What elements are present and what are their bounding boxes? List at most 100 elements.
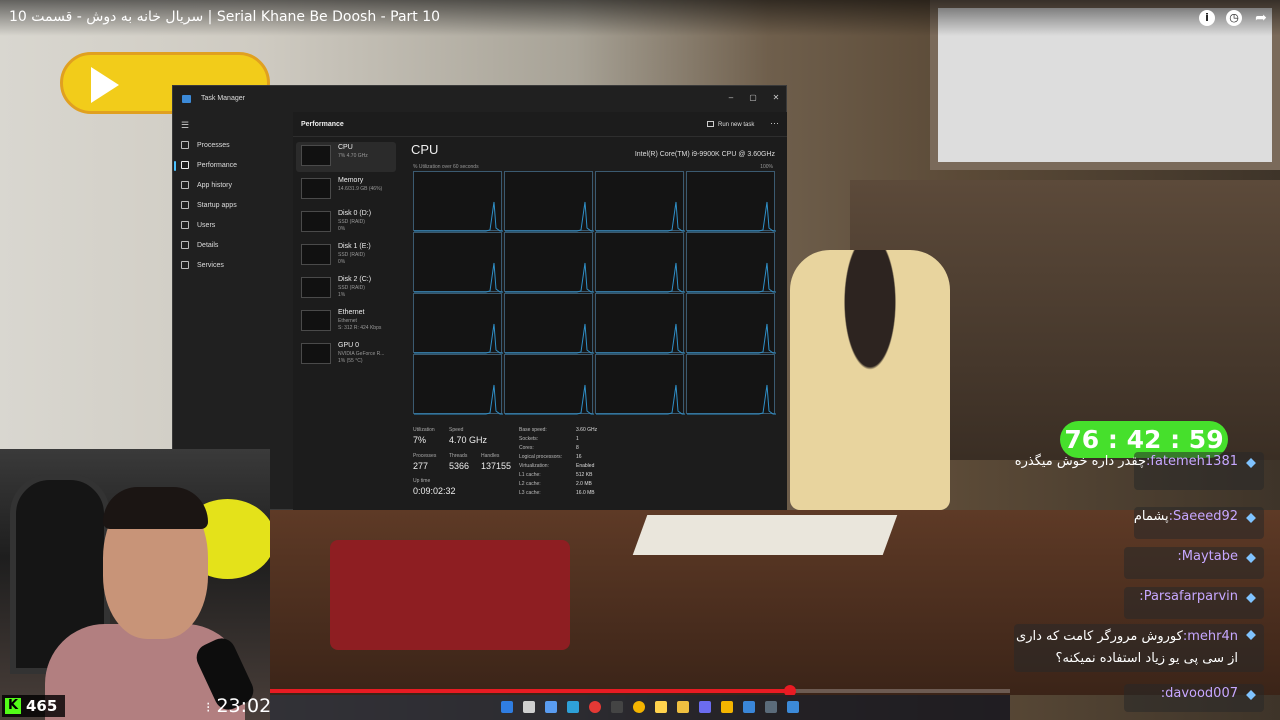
search-icon[interactable] [523, 701, 535, 713]
chat-username[interactable]: Parsafarparvin [1144, 589, 1238, 604]
graph-max-label: 100% [760, 164, 773, 170]
resource-detail: 7% 4.70 GHz [338, 153, 368, 159]
spec-value: 1 [576, 436, 579, 442]
resource-item-memory[interactable]: Memory 14.6/31.9 GB (46%) [296, 175, 396, 205]
chat-message: Saeeed92:پشمام [1014, 507, 1264, 539]
nav-item-startup-apps[interactable]: Startup apps [179, 197, 289, 215]
folder-icon[interactable] [721, 701, 733, 713]
chat-message: Maytabe: [1014, 547, 1264, 579]
chat-message: Parsafarparvin: [1014, 587, 1264, 619]
resource-detail: 14.6/31.9 GB (46%) [338, 186, 383, 192]
resource-thumbnail-graph [301, 145, 331, 166]
nav-item-processes[interactable]: Processes [179, 137, 289, 155]
core-graph [595, 171, 685, 232]
windows-start-icon[interactable] [501, 701, 513, 713]
clock-icon[interactable]: ◷ [1226, 10, 1242, 26]
spec-label: Cores: [519, 445, 534, 451]
processes-value: 277 [413, 461, 429, 471]
users-icon [181, 221, 189, 229]
spec-label: L1 cache: [519, 472, 541, 478]
task-manager-icon[interactable] [787, 701, 799, 713]
terminal-icon[interactable] [765, 701, 777, 713]
maximize-button[interactable]: ▢ [747, 92, 759, 104]
nav-item-details[interactable]: Details [179, 237, 289, 255]
core-graph-line [596, 201, 685, 232]
progress-fill [270, 689, 791, 693]
nav-item-label: Details [197, 242, 219, 249]
discord-icon[interactable] [699, 701, 711, 713]
resource-thumbnail-graph [301, 343, 331, 364]
more-options-icon[interactable]: ⋯ [770, 118, 779, 129]
resource-thumbnail-graph [301, 211, 331, 232]
info-icon[interactable]: i [1199, 10, 1215, 26]
edge-icon[interactable] [567, 701, 579, 713]
core-graph-line [414, 384, 503, 415]
files-icon[interactable] [655, 701, 667, 713]
nav-item-app-history[interactable]: App history [179, 177, 289, 195]
remote-icon[interactable] [743, 701, 755, 713]
viewer-count: 465 [26, 697, 58, 715]
cpu-stats: Utilization 7% Speed 4.70 GHz Processes … [413, 427, 773, 507]
resource-detail: SSD (RAID) [338, 285, 365, 291]
resource-item-disk-2-c[interactable]: Disk 2 (C:) SSD (RAID) 1% [296, 274, 396, 304]
share-icon[interactable]: ➦ [1253, 10, 1269, 26]
chat-username[interactable]: Saeeed92 [1173, 509, 1238, 524]
chat-username[interactable]: Maytabe [1182, 549, 1238, 564]
youtube-icon[interactable] [589, 701, 601, 713]
threads-label: Threads [449, 453, 468, 459]
chrome-icon[interactable] [633, 701, 645, 713]
spec-value: 8 [576, 445, 579, 451]
chat-username[interactable]: davood007 [1165, 686, 1238, 701]
processes-icon [181, 141, 189, 149]
resource-name: Disk 0 (D:) [338, 210, 372, 217]
chat-line: Maytabe: [1177, 549, 1238, 564]
resource-item-cpu[interactable]: CPU 7% 4.70 GHz [296, 142, 396, 172]
menu-icon[interactable]: ☰ [181, 120, 189, 131]
video-title[interactable]: سریال خانه به دوش - قسمت 10 | Serial Kha… [9, 9, 440, 25]
resource-item-ethernet[interactable]: Ethernet Ethernet S: 312 R: 424 Kbps [296, 307, 396, 337]
spec-label: L3 cache: [519, 490, 541, 496]
resource-name: Disk 2 (C:) [338, 276, 372, 283]
chat-username[interactable]: mehr4n [1187, 629, 1238, 644]
performance-icon [181, 161, 189, 169]
nav-item-label: Performance [197, 162, 238, 169]
obs-icon[interactable] [611, 701, 623, 713]
resource-detail: 1% [338, 292, 346, 298]
processes-label: Processes [413, 453, 437, 459]
core-graph [504, 171, 594, 232]
video-progress-bar[interactable] [270, 685, 1010, 697]
speed-value: 4.70 GHz [449, 435, 488, 445]
minimize-button[interactable]: – [725, 92, 737, 104]
task-view-icon[interactable] [545, 701, 557, 713]
cpu-model: Intel(R) Core(TM) i9-9900K CPU @ 3.60GHz [634, 151, 775, 158]
chat-line: davood007: [1161, 686, 1238, 701]
nav-item-users[interactable]: Users [179, 217, 289, 235]
core-graph-line [505, 262, 594, 293]
resource-name: Memory [338, 177, 364, 184]
chat-message: mehr4n:کوروش مرورگر کامت که داری از سی پ… [1014, 624, 1264, 672]
chat-message: fatemeh1381:چقدر داره خوش میگذره [1014, 452, 1264, 490]
resource-item-gpu-0[interactable]: GPU 0 NVIDIA GeForce R... 1% (55 °C) [296, 340, 396, 370]
close-button[interactable]: ✕ [770, 92, 782, 104]
nav-item-performance[interactable]: Performance [174, 157, 289, 175]
core-graph-line [596, 384, 685, 415]
notes-icon[interactable] [677, 701, 689, 713]
chat-username[interactable]: fatemeh1381 [1150, 454, 1238, 469]
spec-label: Logical processors: [519, 454, 563, 460]
task-manager-window: Task Manager – ▢ ✕ ☰ Processes Performanc… [172, 85, 787, 510]
resource-detail: NVIDIA GeForce R... [338, 351, 385, 357]
spec-label: Base speed: [519, 427, 547, 433]
nav-item-services[interactable]: Services [179, 257, 289, 275]
uptime-value: 0:09:02:32 [413, 486, 456, 496]
resource-item-disk-1-e[interactable]: Disk 1 (E:) SSD (RAID) 0% [296, 241, 396, 271]
resource-thumbnail-graph [301, 178, 331, 199]
resource-thumbnail-graph [301, 310, 331, 331]
core-graph [686, 171, 776, 232]
chat-line: fatemeh1381:چقدر داره خوش میگذره [1015, 454, 1238, 469]
task-manager-titlebar[interactable]: Task Manager – ▢ ✕ [173, 86, 786, 112]
resource-item-disk-0-d[interactable]: Disk 0 (D:) SSD (RAID) 0% [296, 208, 396, 238]
run-new-task-button[interactable]: Run new task [707, 121, 754, 128]
spec-value: 3.60 GHz [576, 427, 598, 433]
resource-detail: 1% (55 °C) [338, 358, 363, 364]
core-graph [504, 354, 594, 415]
